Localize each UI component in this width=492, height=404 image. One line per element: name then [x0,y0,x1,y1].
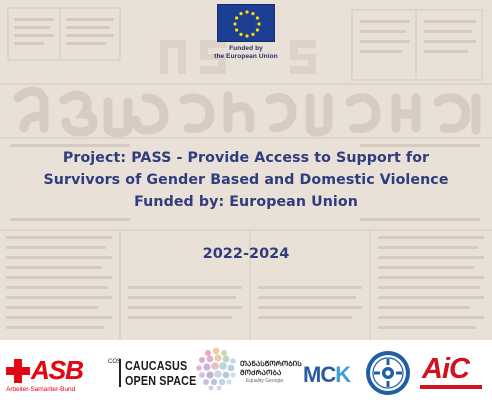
project-title-line1: Project: PASS - Provide Access to Suppor… [62,150,430,166]
asb-subtitle: Arbeiter-Samariter-Bund [6,386,76,393]
equality-name-line1: ᲗᲐᲜᲐᲡᲬᲝᲠᲝᲑᲘᲡ [240,359,302,368]
project-funder-line: Funded by: European Union [134,194,358,210]
mck-part2: K [335,362,351,387]
partner-logo-strip: ASB Arbeiter-Samariter-Bund COS CAUCASUS… [0,340,492,404]
round-emblem-icon [366,351,410,395]
cos-divider [119,359,121,387]
eu-flag-icon [217,4,275,42]
project-banner: Funded by the European Union Project: PA… [0,0,492,340]
equality-georgia-subtitle: Equality Georgia [246,378,283,384]
mck-logo: MCK [303,363,353,387]
eu-caption-line2: the European Union [214,53,278,60]
mck-part1: MC [303,362,336,387]
dotted-globe-icon [196,347,236,391]
project-title: Project: PASS - Provide Access to Suppor… [20,147,472,213]
eu-caption-line1: Funded by [229,45,263,52]
equality-georgia-name: ᲗᲐᲜᲐᲡᲬᲝᲠᲝᲑᲘᲡ ᲛᲝᲫᲠᲐᲝᲑᲐ [240,359,302,377]
asb-logo: ASB Arbeiter-Samariter-Bund [6,355,102,393]
caucasus-open-space-logo: COS CAUCASUS OPEN SPACE [106,353,197,393]
project-title-line2: Survivors of Gender Based and Domestic V… [43,172,449,188]
equality-name-line2: ᲛᲝᲫᲠᲐᲝᲑᲐ [240,368,282,377]
cos-line2: OPEN SPACE [125,374,197,388]
equality-georgia-logo: ᲗᲐᲜᲐᲡᲬᲝᲠᲝᲑᲘᲡ ᲛᲝᲫᲠᲐᲝᲑᲐ Equality Georgia [194,345,302,395]
aic-wordmark: AiC [422,353,470,385]
eu-stars [233,10,261,38]
cos-vertical-mark: COS [108,359,122,365]
project-period: 2022-2024 [202,246,290,262]
round-emblem-logo [365,350,411,396]
cos-line1: CAUCASUS [125,359,188,373]
asb-wordmark: ASB [31,355,84,385]
eu-funding-logo: Funded by the European Union [211,4,281,61]
red-cross-icon [6,359,30,383]
aic-logo: AiC [420,353,484,397]
aic-underline [420,385,482,389]
